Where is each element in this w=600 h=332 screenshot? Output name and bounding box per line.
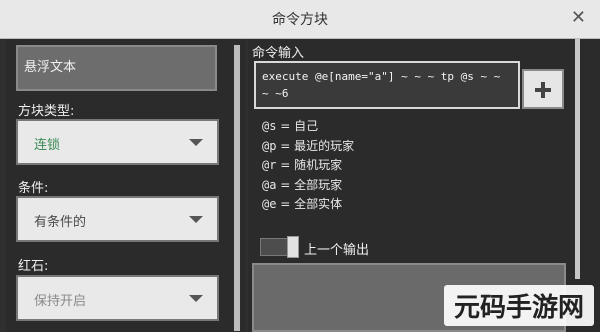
- chevron-down-icon: [189, 295, 203, 302]
- hover-note-input[interactable]: 悬浮文本: [16, 45, 217, 91]
- add-button[interactable]: [522, 69, 564, 109]
- selector-key: @a: [262, 177, 277, 192]
- selector-hint: @e = 全部实体: [262, 195, 354, 215]
- selector-desc: = 自己: [280, 119, 319, 133]
- chevron-down-icon: [189, 139, 203, 146]
- plus-icon-vertical: [541, 82, 545, 98]
- settings-scroll-area[interactable]: 悬浮文本 方块类型: 连锁 条件: 有条件的 红石: 保持开启: [16, 45, 231, 332]
- previous-output-label: 上一个输出: [304, 243, 370, 258]
- title-bar: 命令方块 ✕: [0, 0, 600, 39]
- selector-hints: @s = 自己 @p = 最近的玩家 @r = 随机玩家 @a = 全部玩家 @…: [262, 117, 354, 215]
- command-input-label: 命令输入: [252, 46, 305, 61]
- block-type-dropdown[interactable]: 连锁: [16, 119, 219, 165]
- redstone-dropdown[interactable]: 保持开启: [16, 275, 219, 321]
- command-block-window: 命令方块 ✕ 悬浮文本 方块类型: 连锁 条件: 有条件的 红石: 保持开启 命…: [0, 0, 600, 332]
- chevron-down-icon: [189, 216, 203, 223]
- close-icon[interactable]: ✕: [571, 7, 586, 28]
- redstone-label: 红石:: [18, 259, 49, 274]
- selector-key: @p: [262, 138, 277, 153]
- condition-value: 有条件的: [34, 215, 87, 230]
- condition-label: 条件:: [18, 181, 49, 196]
- right-scrollbar[interactable]: [575, 39, 580, 279]
- selector-key: @r: [262, 158, 277, 172]
- selector-hint: @p = 最近的玩家: [262, 137, 354, 157]
- selector-key: @s: [262, 119, 277, 133]
- selector-hint: @a = 全部玩家: [262, 176, 354, 196]
- selector-key: @e: [262, 197, 277, 211]
- settings-pane: 悬浮文本 方块类型: 连锁 条件: 有条件的 红石: 保持开启: [6, 39, 246, 332]
- condition-dropdown[interactable]: 有条件的: [16, 196, 219, 242]
- window-title: 命令方块: [272, 12, 328, 28]
- redstone-value: 保持开启: [34, 294, 87, 309]
- block-type-label: 方块类型:: [18, 104, 75, 119]
- selector-desc: = 全部实体: [280, 197, 343, 211]
- toggle-knob: [287, 236, 299, 258]
- selector-desc: = 全部玩家: [280, 177, 343, 192]
- block-type-value: 连锁: [34, 138, 61, 153]
- selector-hint: @s = 自己: [262, 117, 354, 137]
- selector-desc: = 随机玩家: [280, 158, 343, 172]
- left-scrollbar[interactable]: [234, 45, 240, 331]
- selector-desc: = 最近的玩家: [280, 138, 355, 153]
- watermark-logo: 元码手游网: [443, 285, 594, 326]
- selector-hint: @r = 随机玩家: [262, 156, 354, 176]
- previous-output-toggle[interactable]: [260, 236, 299, 258]
- command-input[interactable]: execute @e[name="a"] ~ ~ ~ tp @s ~ ~ ~ ~…: [254, 61, 520, 109]
